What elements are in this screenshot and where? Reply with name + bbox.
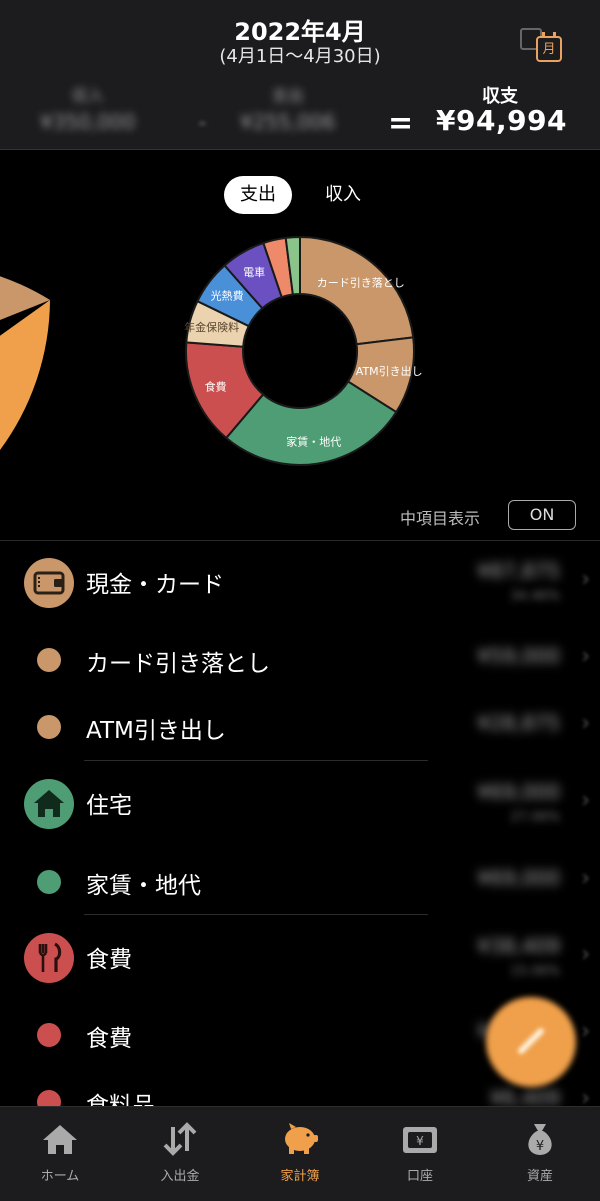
chevron-right-icon: ›: [581, 567, 590, 592]
chevron-right-icon: ›: [581, 711, 590, 736]
divider: [0, 540, 600, 541]
category-percent: 15.06%: [510, 964, 560, 979]
list-separator: [84, 914, 428, 915]
wallet-icon: [24, 558, 74, 608]
slice-label: ATM引き出し: [356, 364, 423, 378]
category-label: 住宅: [86, 793, 132, 819]
chevron-right-icon: ›: [581, 788, 590, 813]
category-row[interactable]: 食費 ¥38,409 15.06% ›: [0, 928, 600, 988]
date-range: (4月1日〜4月30日): [219, 46, 381, 67]
subcategory-row[interactable]: 家賃・地代 ¥69,000 ›: [0, 852, 600, 912]
equals-sign: =: [388, 106, 414, 141]
slice-label: 光熱費: [211, 289, 244, 303]
chevron-right-icon: ›: [581, 644, 590, 669]
chevron-right-icon: ›: [581, 866, 590, 891]
subcategory-label: ATM引き出し: [86, 718, 226, 744]
category-label: 食費: [86, 947, 132, 973]
tab-household-budget[interactable]: 家計簿: [240, 1107, 360, 1201]
category-label: 現金・カード: [86, 572, 224, 598]
calendar-icon[interactable]: 月: [518, 26, 566, 66]
subitem-display-label: 中項目表示: [400, 509, 481, 528]
slice-label: 電車: [243, 265, 265, 279]
subcategory-row[interactable]: ATM引き出し ¥28,875 ›: [0, 697, 600, 757]
subcategory-amount: ¥28,875: [477, 711, 560, 735]
color-dot: [37, 715, 61, 739]
category-percent: 34.46%: [510, 589, 560, 604]
minus-sign: -: [198, 108, 207, 136]
slice-label: 年金保険料: [184, 320, 239, 334]
color-dot: [37, 648, 61, 672]
income-summary: 収入 ¥350,000: [40, 86, 136, 134]
expense-donut-chart[interactable]: カード引き落とし ATM引き出し家賃・地代 食費 年金保険料 光熱費 電車: [0, 220, 600, 490]
previous-chart-peek: [0, 276, 50, 450]
home-icon: [43, 1125, 77, 1154]
color-dot: [37, 1023, 61, 1047]
category-amount: ¥87,875: [477, 559, 560, 583]
expense-summary: 支出 ¥255,006: [240, 86, 336, 134]
subcategory-label: カード引き落とし: [86, 651, 270, 677]
tab-expense[interactable]: 支出: [224, 176, 292, 214]
category-row[interactable]: 現金・カード ¥87,875 34.46% ›: [0, 553, 600, 613]
tab-bar: ホーム 入出金 家計簿 ¥ 口座 ¥ 資産: [0, 1106, 600, 1201]
up-down-arrows-icon: [163, 1122, 197, 1156]
money-bag-icon: ¥: [528, 1124, 552, 1155]
chevron-right-icon: ›: [581, 942, 590, 967]
subcategory-label: 食費: [86, 1026, 132, 1052]
tab-accounts[interactable]: ¥ 口座: [360, 1107, 480, 1201]
subcategory-row[interactable]: カード引き落とし ¥59,000 ›: [0, 630, 600, 690]
subcategory-amount: ¥69,000: [477, 866, 560, 890]
category-amount: ¥38,409: [477, 934, 560, 958]
category-amount: ¥69,000: [477, 780, 560, 804]
color-dot: [37, 870, 61, 894]
svg-text:¥: ¥: [416, 1134, 424, 1148]
chevron-right-icon: ›: [581, 1019, 590, 1044]
slice-label: 食費: [205, 379, 227, 393]
slice-label: カード引き落とし: [317, 276, 405, 290]
tab-assets[interactable]: ¥ 資産: [480, 1107, 600, 1201]
tab-home[interactable]: ホーム: [0, 1107, 120, 1201]
category-percent: 27.06%: [510, 810, 560, 825]
svg-text:¥: ¥: [536, 1139, 544, 1154]
subcategory-label: 家賃・地代: [86, 873, 201, 899]
list-separator: [84, 760, 428, 761]
category-row[interactable]: 住宅 ¥69,000 27.06% ›: [0, 774, 600, 834]
balance-value: ¥94,994: [436, 104, 568, 137]
subitem-toggle-button[interactable]: ON: [508, 500, 576, 530]
donut-group: カード引き落とし ATM引き出し家賃・地代 食費 年金保険料 光熱費 電車: [184, 235, 423, 466]
slice-label: 家賃・地代: [286, 434, 341, 448]
piggy-bank-icon: [285, 1123, 318, 1154]
tab-transactions[interactable]: 入出金: [120, 1107, 240, 1201]
wallet-yen-icon: ¥: [403, 1127, 437, 1153]
house-icon: [24, 779, 74, 829]
subcategory-amount: ¥59,000: [477, 644, 560, 668]
donut-slice[interactable]: [299, 235, 415, 346]
fork-knife-icon: [24, 933, 74, 983]
tab-income[interactable]: 収入: [308, 176, 378, 214]
header: 2022年4月 (4月1日〜4月30日) 月 収入 ¥350,000 - 支出 …: [0, 0, 600, 150]
